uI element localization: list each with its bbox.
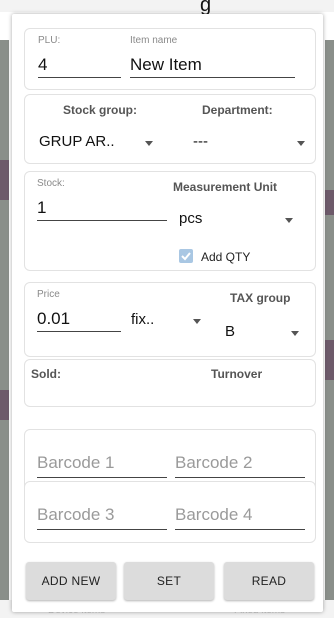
sales-card: Sold: Turnover — [24, 359, 316, 407]
plu-label: PLU: — [38, 35, 61, 46]
barcode3-input[interactable]: Barcode 3 — [37, 505, 115, 525]
price-label: Price — [37, 289, 60, 300]
barcode1-input[interactable]: Barcode 1 — [37, 453, 115, 473]
barcode2-input[interactable]: Barcode 2 — [175, 453, 253, 473]
tax-group-dropdown[interactable]: B — [217, 317, 307, 345]
background-left-edge — [0, 40, 9, 600]
chevron-down-icon — [145, 141, 153, 146]
stock-label: Stock: — [37, 178, 65, 189]
item-name-label: Item name — [130, 35, 178, 46]
background-top-bar: g — [0, 0, 334, 16]
plu-card: PLU: 4 Item name New Item — [24, 28, 316, 90]
read-button[interactable]: READ — [224, 562, 314, 600]
price-mode-selected: fix.. — [131, 311, 155, 328]
barcode-card-2: Barcode 3 Barcode 4 — [24, 481, 316, 543]
measurement-unit-dropdown[interactable]: pcs — [175, 204, 305, 232]
department-selected: --- — [193, 133, 208, 150]
stock-card: Stock: 1 Measurement Unit pcs Add QTY — [24, 171, 316, 271]
add-new-button[interactable]: ADD NEW — [26, 562, 116, 600]
plu-input[interactable]: 4 — [38, 55, 47, 75]
edit-item-dialog: PLU: 4 Item name New Item Stock group: D… — [12, 14, 323, 612]
department-label: Department: — [202, 103, 273, 117]
add-qty-checkbox[interactable]: Add QTY — [179, 248, 279, 266]
stock-group-dropdown[interactable]: GRUP AR.. — [35, 127, 155, 155]
price-input[interactable]: 0.01 — [37, 309, 70, 329]
tax-group-label: TAX group — [230, 291, 291, 305]
chevron-down-icon — [285, 218, 293, 223]
barcode4-input[interactable]: Barcode 4 — [175, 505, 253, 525]
price-mode-dropdown[interactable]: fix.. — [129, 305, 209, 333]
group-card: Stock group: Department: GRUP AR.. --- — [24, 94, 316, 164]
add-qty-label: Add QTY — [201, 250, 251, 264]
department-dropdown[interactable]: --- — [189, 127, 309, 155]
chevron-down-icon — [297, 141, 305, 146]
tax-group-selected: B — [225, 323, 236, 340]
chevron-down-icon — [291, 331, 299, 336]
stock-input[interactable]: 1 — [37, 198, 46, 218]
turnover-label: Turnover — [211, 367, 263, 381]
background-right-edge — [325, 40, 334, 600]
stock-group-selected: GRUP AR.. — [39, 133, 115, 150]
checkbox-checked-icon — [179, 249, 193, 263]
sold-label: Sold: — [31, 367, 61, 381]
set-button[interactable]: SET — [124, 562, 214, 600]
measurement-unit-selected: pcs — [179, 210, 203, 227]
item-name-input[interactable]: New Item — [130, 55, 202, 75]
chevron-down-icon — [193, 319, 201, 324]
price-card: Price 0.01 fix.. TAX group B — [24, 282, 316, 357]
measurement-unit-label: Measurement Unit — [173, 180, 278, 194]
stock-group-label: Stock group: — [63, 103, 137, 117]
